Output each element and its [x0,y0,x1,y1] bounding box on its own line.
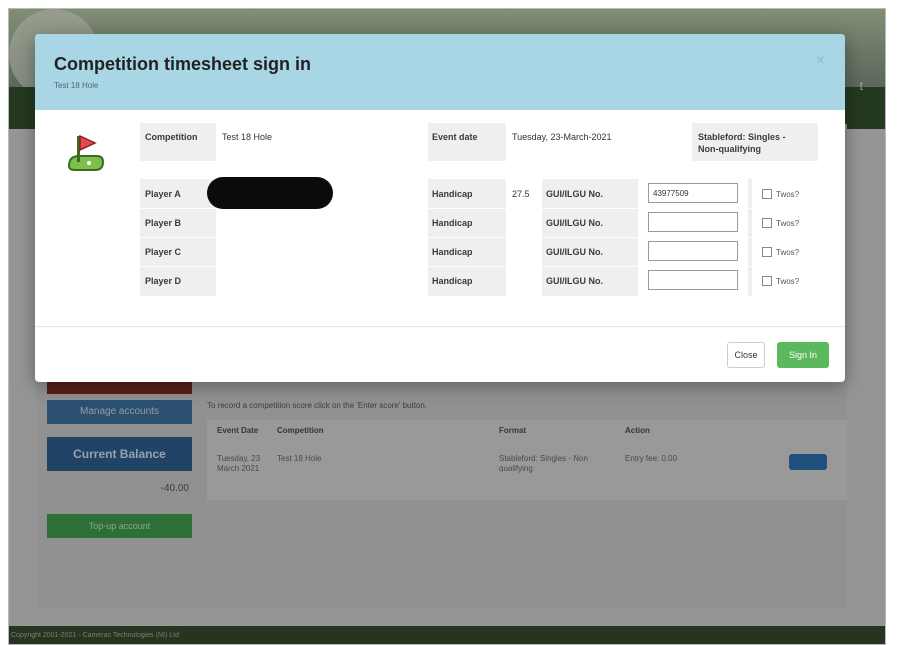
player-a-gui-field[interactable] [648,183,738,203]
player-d-gui-label: GUI/ILGU No. [546,276,603,286]
player-d-twos-checkbox[interactable] [762,276,772,286]
player-b-twos[interactable]: Twos? [762,218,799,228]
player-a-label: Player A [145,189,181,199]
twos-label: Twos? [776,247,800,257]
competition-label: Competition [145,132,198,142]
player-c-twos-checkbox[interactable] [762,247,772,257]
player-a-handicap-label: Handicap [432,189,473,199]
event-date-value: Tuesday, 23-March-2021 [512,132,612,142]
player-c-handicap-label: Handicap [432,247,473,257]
event-date-label: Event date [432,132,478,142]
sign-in-button[interactable]: Sign In [777,342,829,368]
player-c-gui-field[interactable] [648,241,738,261]
twos-label: Twos? [776,189,800,199]
player-b-gui-field[interactable] [648,212,738,232]
player-c-label: Player C [145,247,182,257]
row-divider [140,237,818,238]
player-b-handicap-label: Handicap [432,218,473,228]
twos-label: Twos? [776,276,800,286]
player-b-twos-checkbox[interactable] [762,218,772,228]
player-c-twos[interactable]: Twos? [762,247,799,257]
player-a-gui-label: GUI/ILGU No. [546,189,603,199]
modal-subtitle: Test 18 Hole [54,81,99,90]
event-date-value-cell [506,123,692,161]
golf-flag-icon [67,134,105,171]
close-icon[interactable]: × [816,52,825,70]
player-a-twos-checkbox[interactable] [762,189,772,199]
modal-footer-divider [35,326,845,327]
player-a-name-redaction [207,177,333,209]
player-d-label: Player D [145,276,182,286]
player-c-gui-label: GUI/ILGU No. [546,247,603,257]
modal-title: Competition timesheet sign in [54,54,312,74]
player-a-handicap: 27.5 [512,189,530,199]
competition-value-cell [216,123,428,161]
player-d-twos[interactable]: Twos? [762,276,799,286]
signin-modal: Competition timesheet sign in Test 18 Ho… [35,34,845,382]
format-line-2: Non-qualifying [698,144,761,154]
competition-value: Test 18 Hole [222,132,273,142]
player-a-twos[interactable]: Twos? [762,189,799,199]
row-divider [140,266,818,267]
twos-label: Twos? [776,218,800,228]
competition-info-table: Competition Test 18 Hole Event date Tues… [140,123,818,161]
player-d-gui-field[interactable] [648,270,738,290]
player-d-handicap-label: Handicap [432,276,473,286]
player-b-gui-label: GUI/ILGU No. [546,218,603,228]
modal-header: Competition timesheet sign in Test 18 Ho… [35,34,845,110]
player-b-label: Player B [145,218,182,228]
format-line-1: Stableford: Singles - [698,132,786,142]
close-button[interactable]: Close [727,342,765,368]
